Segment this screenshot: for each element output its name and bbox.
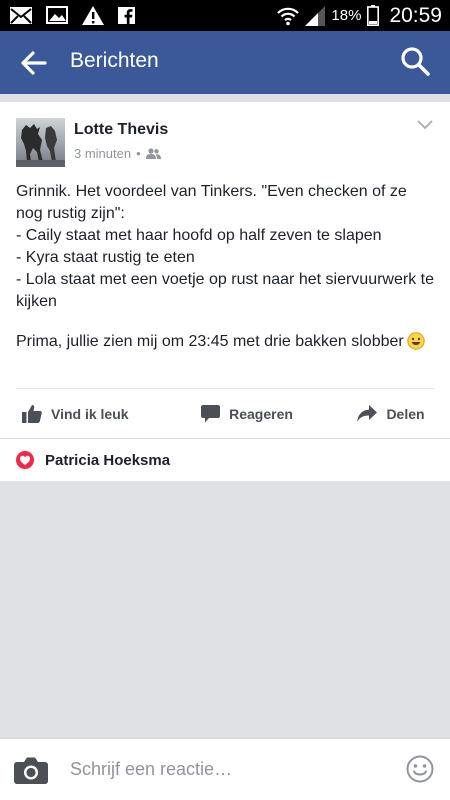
signal-icon xyxy=(305,5,326,26)
status-bar: 18% 20:59 xyxy=(0,0,450,31)
author-name[interactable]: Lotte Thevis xyxy=(74,121,168,139)
timestamp[interactable]: 3 minuten xyxy=(74,146,131,161)
meta-separator: • xyxy=(136,146,141,161)
share-button[interactable]: Delen xyxy=(332,389,450,438)
avatar[interactable] xyxy=(16,118,65,167)
battery-icon xyxy=(367,5,380,26)
share-label: Delen xyxy=(386,405,425,422)
share-icon xyxy=(357,405,378,422)
post-text: Grinnik. Het voordeel van Tinkers. "Even… xyxy=(16,181,436,353)
comment-button[interactable]: Reageren xyxy=(162,389,332,438)
post-line: Prima, jullie zien mij om 23:45 met drie… xyxy=(16,333,404,350)
battery-percent: 18% xyxy=(331,7,362,24)
comment-input[interactable] xyxy=(70,757,380,781)
post-line: - Caily staat met haar hoofd op half zev… xyxy=(16,227,382,244)
like-label: Vind ik leuk xyxy=(51,405,129,422)
thumbs-up-icon xyxy=(22,405,42,423)
post-line: Grinnik. Het voordeel van Tinkers. "Even… xyxy=(16,183,407,222)
wifi-icon xyxy=(277,7,300,25)
post-line: - Lola staat met een voetje op rust naar… xyxy=(16,271,434,310)
smiley-icon[interactable] xyxy=(406,755,434,783)
likes-row[interactable]: Patricia Hoeksma xyxy=(0,439,450,481)
facebook-icon xyxy=(118,6,135,24)
search-icon[interactable] xyxy=(400,46,430,76)
comment-label: Reageren xyxy=(229,405,293,422)
comment-composer xyxy=(0,738,450,800)
smiley-emoji xyxy=(407,332,425,350)
camera-icon[interactable] xyxy=(14,756,48,784)
post-meta: 3 minuten • xyxy=(74,146,161,161)
heart-icon xyxy=(16,451,34,469)
image-icon xyxy=(46,6,68,24)
clock: 20:59 xyxy=(389,3,442,27)
horse-silhouette-icon xyxy=(16,124,65,167)
chevron-down-icon[interactable] xyxy=(416,118,434,132)
post-actions: Vind ik leuk Reageren Delen xyxy=(0,389,450,438)
app-bar: Berichten xyxy=(0,31,450,94)
page-title: Berichten xyxy=(70,49,159,72)
warning-icon xyxy=(82,5,104,25)
post-line: - Kyra staat rustig te eten xyxy=(16,249,195,266)
mail-icon xyxy=(10,6,32,24)
arrow-left-icon[interactable] xyxy=(20,49,48,77)
comment-icon xyxy=(201,404,221,422)
like-button[interactable]: Vind ik leuk xyxy=(0,389,162,438)
post-line-final: Prima, jullie zien mij om 23:45 met drie… xyxy=(16,331,436,353)
post-card: Lotte Thevis 3 minuten • Grinnik. Het vo… xyxy=(0,102,450,438)
friends-icon xyxy=(145,148,161,159)
liker-name[interactable]: Patricia Hoeksma xyxy=(45,452,170,469)
